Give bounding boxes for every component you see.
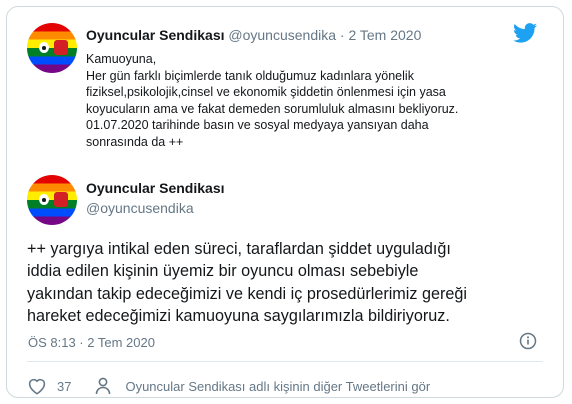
tweet-text-line: iddia edilen kişinin üyemiz bir oyuncu o… [27, 262, 419, 281]
tweet-text-line: hareket edeceğimizi kamuoyuna saygılarım… [27, 306, 450, 325]
quoted-author-name[interactable]: Oyuncular Sendikası [86, 27, 225, 43]
avatar-logo-mark [39, 42, 49, 53]
twitter-bird-icon[interactable] [513, 23, 537, 43]
tweet-author-handle[interactable]: @oyuncusendika [86, 200, 194, 216]
like-count: 37 [57, 378, 72, 394]
tweet-author-avatar[interactable] [27, 175, 77, 225]
profile-link[interactable]: Oyuncular Sendikası adlı kişinin diğer T… [95, 377, 430, 395]
quoted-separator: · [339, 27, 345, 43]
tweet-text: ++ yargıya intikal eden süreci, taraflar… [27, 238, 547, 327]
tweet-embed-card: Oyuncular Sendikası @oyuncusendika · 2 T… [6, 6, 564, 398]
quoted-tweet-header: Oyuncular Sendikası @oyuncusendika · 2 T… [86, 27, 421, 43]
avatar-logo-badge [54, 40, 68, 55]
actions-divider [27, 361, 543, 362]
avatar-logo-mark [39, 194, 49, 205]
quoted-text-line: fiziksel,psikolojik,cinsel ve ekonomik ş… [86, 85, 446, 100]
avatar-logo-badge [54, 192, 68, 207]
tweet-text-line: yakından takip edeceğimizi ve kendi iç p… [27, 284, 467, 303]
quoted-text-line: Her gün farklı biçimlerde tanık olduğumu… [86, 68, 414, 83]
see-more-tweets-link[interactable]: Oyuncular Sendikası adlı kişinin diğer T… [125, 379, 430, 394]
quoted-date[interactable]: 2 Tem 2020 [348, 27, 421, 43]
quoted-text-line: 01.07.2020 tarihinde basın ve sosyal med… [86, 118, 429, 133]
tweet-text-line: ++ yargıya intikal eden süreci, taraflar… [27, 240, 451, 258]
tweet-actions-bar: 37 Oyuncular Sendikası adlı kişinin diğe… [27, 375, 430, 397]
like-button[interactable]: 37 [27, 377, 71, 395]
info-icon[interactable] [519, 332, 537, 350]
quoted-tweet-text: Kamuoyuna, Her gün farklı biçimlerde tan… [86, 51, 486, 151]
heart-icon [28, 378, 46, 395]
quoted-author-handle[interactable]: @oyuncusendika [228, 27, 336, 43]
person-icon [96, 377, 111, 395]
tweet-timestamp[interactable]: ÖS 8:13 · 2 Tem 2020 [28, 335, 155, 350]
quoted-text-line: Kamuoyuna, [86, 52, 157, 66]
quoted-text-line: koyucuların ama ve fakat demeden sorumlu… [86, 101, 459, 116]
tweet-author-name[interactable]: Oyuncular Sendikası [86, 180, 225, 196]
quoted-tweet-avatar[interactable] [27, 23, 77, 73]
quoted-text-line: sonrasında da ++ [86, 134, 184, 149]
